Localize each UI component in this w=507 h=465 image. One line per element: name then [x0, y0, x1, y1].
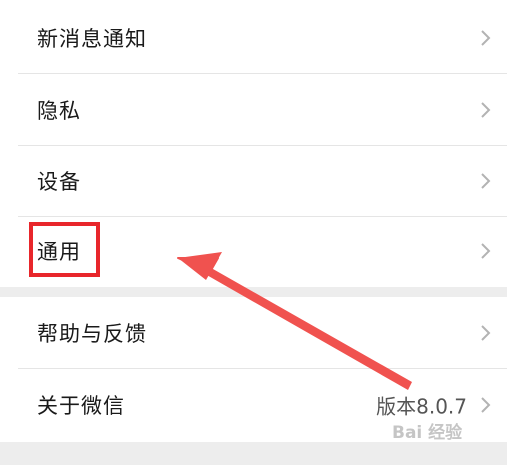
settings-item-label: 设备: [37, 170, 81, 194]
bottom-separator: [0, 442, 507, 465]
highlight-box: [29, 222, 100, 277]
settings-item-new-message-notification[interactable]: 新消息通知: [18, 2, 507, 74]
chevron-right-icon: [481, 102, 491, 118]
chevron-right-icon: [481, 30, 491, 46]
chevron-right-icon: [481, 397, 491, 413]
settings-item-help-feedback[interactable]: 帮助与反馈: [18, 297, 507, 369]
chevron-right-icon: [481, 173, 491, 189]
chevron-right-icon: [481, 325, 491, 341]
settings-page: 新消息通知 隐私 设备 通用 帮助与反馈 关于微信 版本8.0.7 Bai 经验: [0, 0, 507, 465]
settings-item-label: 关于微信: [37, 394, 125, 418]
settings-item-label: 新消息通知: [37, 27, 147, 51]
watermark: Bai 经验: [392, 423, 463, 443]
chevron-right-icon: [481, 243, 491, 259]
settings-item-devices[interactable]: 设备: [18, 145, 507, 217]
settings-item-label: 隐私: [37, 99, 81, 123]
settings-item-label: 帮助与反馈: [37, 322, 147, 346]
settings-item-privacy[interactable]: 隐私: [18, 74, 507, 146]
section-separator: [0, 287, 507, 297]
version-value: 版本8.0.7: [376, 394, 467, 419]
